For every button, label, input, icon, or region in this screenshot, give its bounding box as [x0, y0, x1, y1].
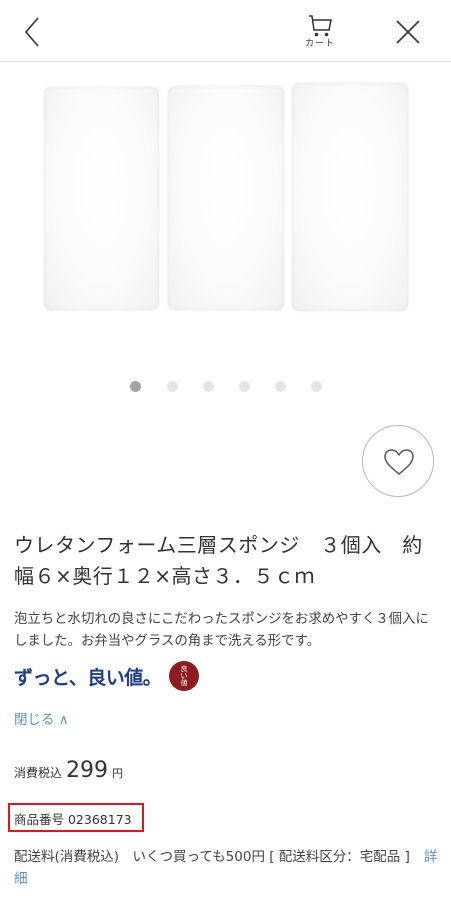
product-description: 泡立ちと水切れの良さにこだわったスポンジをお求めやすく３個入にしました。お弁当や… — [14, 612, 429, 649]
heart-icon — [384, 449, 414, 475]
chevron-left-icon — [24, 17, 39, 47]
product-image[interactable] — [0, 62, 451, 360]
back-button[interactable] — [18, 14, 50, 50]
brand-badge: 良 い 値 — [169, 661, 199, 691]
price-unit: 円 — [112, 767, 124, 780]
cart-label: カート — [304, 39, 335, 49]
shipping-text: 配送料(消費税込) いくつ買っても500円 [ 配送料区分：宅配品 ] — [14, 849, 410, 865]
product-title: ウレタンフォーム三層スポンジ ３個入 約幅６×奥行１２×高さ３．５ｃｍ — [14, 533, 423, 588]
cart-icon — [309, 15, 332, 37]
pagination-dot-5[interactable] — [275, 381, 286, 392]
pagination-dot-6[interactable] — [311, 381, 322, 392]
brand-badge-char-3: 値 — [180, 679, 188, 687]
item-number: 商品番号 02368173 — [8, 803, 144, 832]
sponge-image-left — [44, 87, 159, 310]
collapse-toggle[interactable]: 閉じる ∧ — [14, 708, 69, 728]
shipping-info: 配送料(消費税込) いくつ買っても500円 [ 配送料区分：宅配品 ] 詳細 — [14, 846, 442, 890]
brand-slogan: ずっと、良い値。 — [14, 667, 162, 689]
price-label: 消費税込 — [14, 766, 63, 780]
favorite-button[interactable] — [362, 425, 434, 497]
sponge-image-center — [168, 86, 284, 310]
pagination-dot-4[interactable] — [239, 381, 250, 392]
price-value: 299 — [66, 758, 109, 783]
pagination-dot-3[interactable] — [203, 381, 214, 392]
image-pagination — [0, 381, 451, 393]
pagination-dot-2[interactable] — [167, 381, 178, 392]
sponge-image-right — [292, 83, 408, 311]
close-button[interactable] — [392, 16, 424, 48]
cart-button[interactable]: カート — [298, 12, 342, 58]
close-icon — [396, 20, 420, 44]
price: 消費税込 299 円 — [14, 758, 123, 783]
top-bar: カート — [0, 0, 451, 62]
pagination-dot-1[interactable] — [130, 381, 141, 392]
